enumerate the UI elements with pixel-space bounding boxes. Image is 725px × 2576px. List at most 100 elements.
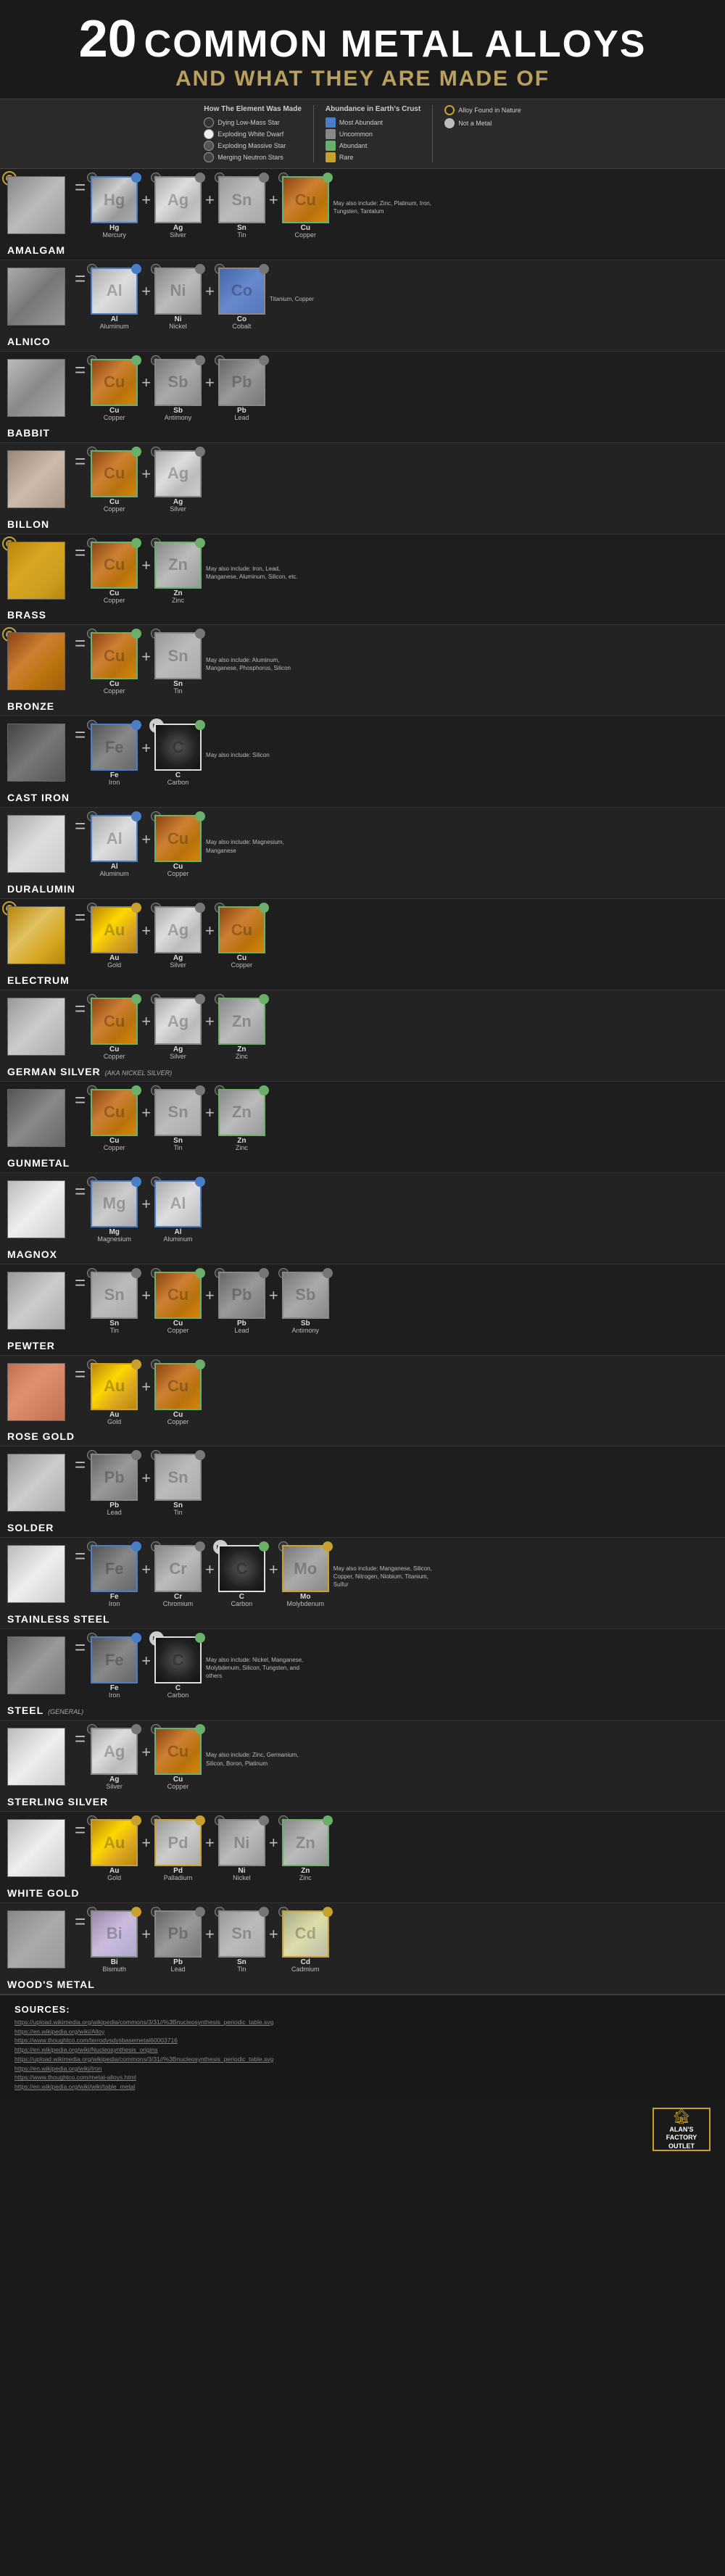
alloy-name: STAINLESS STEEL — [7, 1613, 110, 1625]
alloy-footer: CAST IRON — [7, 792, 70, 803]
abundance-dot — [259, 1085, 269, 1096]
element-block: ✦ Bi Bi Bismuth — [91, 1910, 138, 1974]
plus-sign: + — [139, 1286, 153, 1320]
element-image: Zn — [154, 542, 202, 589]
alloy-footer: BRASS — [7, 609, 46, 621]
alloy-thumbnail — [7, 268, 65, 326]
alloy-name: BABBIT — [7, 427, 50, 439]
element-image: Cu — [154, 815, 202, 862]
legend-alloy: Alloy Found in Nature Not a Metal — [433, 105, 533, 162]
element-block: ✦ Ni Ni Nickel — [154, 268, 202, 331]
alloy-block-inner: = ✦ Au Au Gold + ✦ Ag — [7, 906, 718, 969]
abundance-dot — [195, 538, 205, 548]
abundance-dot — [195, 1085, 205, 1096]
alloy-found-icon — [444, 105, 455, 115]
abundance-dot — [195, 1633, 205, 1643]
alloy-thumbnail — [7, 542, 65, 600]
alloy-thumbnail — [7, 906, 65, 964]
source-link[interactable]: https://upload.wikimedia.org/wikipedia/c… — [14, 2018, 710, 2027]
alloy-name: WHITE GOLD — [7, 1887, 79, 1899]
source-link[interactable]: https://en.wikipedia.org/wiki/Nucleosynt… — [14, 2045, 710, 2055]
abundance-dot — [131, 1268, 141, 1278]
element-block: ✦ Ag Ag Silver — [154, 450, 202, 513]
plus-sign: + — [139, 1012, 153, 1045]
abundance-dot — [259, 903, 269, 913]
may-also-text: May also include: Nickel, Manganese, Mol… — [206, 1656, 307, 1681]
alloy-footer: DURALUMIN — [7, 883, 75, 895]
equals-sign: = — [72, 1910, 88, 1947]
formula-area: ✦ Mg Mg Magnesium + ★ Al Al — [91, 1180, 718, 1243]
alloy-thumbnail — [7, 450, 65, 508]
equals-sign: = — [72, 1180, 88, 1217]
source-link[interactable]: https://www.thoughtco.com/terrodysdysbas… — [14, 2036, 710, 2045]
alloy-block-inner: = ✦ Bi Bi Bismuth + ✦ Pb — [7, 1910, 718, 1974]
page-wrapper: 20 COMMON METAL ALLOYS AND WHAT THEY ARE… — [0, 0, 725, 2158]
alloy-block: = ✦ Cu Cu Copper + ✦ Zn — [0, 534, 725, 626]
element-name: Lead — [107, 1509, 122, 1517]
element-block: ★ Fe Fe Iron — [91, 1636, 138, 1699]
source-link[interactable]: https://en.wikipedia.org/wiki/Alloy — [14, 2027, 710, 2037]
abundance-dot — [131, 1450, 141, 1460]
plus-sign: + — [139, 1652, 153, 1685]
formula-area: ✦ Cu Cu Copper + ✦ Sb Sb — [91, 359, 718, 422]
alloy-found-item: Alloy Found in Nature — [444, 105, 521, 115]
abundance-dot — [195, 1450, 205, 1460]
element-block: ✦ Ag Ag Silver — [154, 176, 202, 239]
alloy-name: ROSE GOLD — [7, 1430, 75, 1442]
alloy-footer: ROSE GOLD — [7, 1430, 75, 1442]
element-block: ✦ Zn Zn Zinc — [282, 1819, 329, 1882]
element-block: ★ Cr Cr Chromium — [154, 1545, 202, 1608]
element-image: Pd — [154, 1819, 202, 1866]
element-block: ✦ Au Au Gold — [91, 1363, 138, 1426]
may-also-text: May also include: Silicon — [206, 751, 270, 759]
abundance-dot — [323, 173, 333, 183]
exploding-massive-label: Exploding Massive Star — [218, 142, 286, 149]
abundance-dot — [259, 994, 269, 1004]
element-image: Al — [154, 1180, 202, 1227]
element-block: ✦ Cu Cu Copper — [282, 176, 329, 239]
source-link[interactable]: https://upload.wikimedia.org/wikipedia/c… — [14, 2055, 710, 2064]
element-name: Zinc — [236, 1053, 248, 1061]
alloy-footer: BABBIT — [7, 427, 50, 439]
plus-sign: + — [139, 647, 153, 681]
element-block: ✦ Mo Mo Molybdenum — [282, 1545, 329, 1608]
abundance-dot — [195, 447, 205, 457]
source-link[interactable]: https://en.wikipedia.org/wiki/Iron — [14, 2064, 710, 2074]
alloy-block-inner: = ✦ Cu Cu Copper + ✦ Sn — [7, 632, 718, 695]
source-link[interactable]: https://www.thoughtco.com/metal-alloys.h… — [14, 2073, 710, 2082]
abundance-dot — [323, 1268, 333, 1278]
element-block: ✦ Ni Ni Nickel — [218, 1819, 265, 1882]
element-name: Zinc — [236, 1145, 248, 1152]
element-name: Zinc — [299, 1875, 312, 1882]
element-block: ✦ Zn Zn Zinc — [218, 1089, 265, 1152]
element-block: ✦ Cu Cu Copper — [154, 1728, 202, 1791]
element-name: Lead — [234, 1328, 249, 1335]
formula-area: ✦ Cu Cu Copper + ✦ Zn Zn — [91, 542, 718, 605]
element-image: Pb — [218, 359, 265, 406]
alloy-block: = ✦ Cu Cu Copper + ✦ Ag — [0, 443, 725, 534]
alloy-thumbnail — [7, 1819, 65, 1877]
legend-abund-1: Most Abundant — [326, 117, 420, 128]
abundance-dot — [259, 1907, 269, 1917]
alloy-block: = ✦ Cu Cu Copper + ✦ Sn — [0, 625, 725, 716]
element-image: Fe — [91, 1545, 138, 1592]
alloy-aka: (GENERAL) — [48, 1708, 83, 1715]
element-block: ✦ Pb Pb Lead — [218, 1272, 265, 1335]
abundance-dot — [195, 811, 205, 821]
element-name: Copper — [167, 1328, 189, 1335]
sources-title: SOURCES: — [14, 2004, 710, 2015]
element-name: Gold — [107, 962, 121, 969]
abundance-dot — [259, 264, 269, 274]
footer-brand: 🏚 Alan'sFactory Outlet — [0, 2100, 725, 2158]
element-image: Cu — [91, 998, 138, 1045]
plus-sign: + — [203, 1103, 217, 1137]
equals-sign: = — [72, 1636, 88, 1673]
source-link[interactable]: https://en.wikipedia.org/wiki/wiki/table… — [14, 2082, 710, 2092]
element-name: Silver — [106, 1784, 123, 1791]
alloy-thumbnail — [7, 1180, 65, 1238]
alloy-block: = ✦ Au Au Gold + ✦ Cu — [0, 1356, 725, 1447]
plus-sign: + — [203, 1286, 217, 1320]
element-name: Gold — [107, 1419, 121, 1426]
abundance-dot — [131, 811, 141, 821]
element-block: ✦ Au Au Gold — [91, 906, 138, 969]
